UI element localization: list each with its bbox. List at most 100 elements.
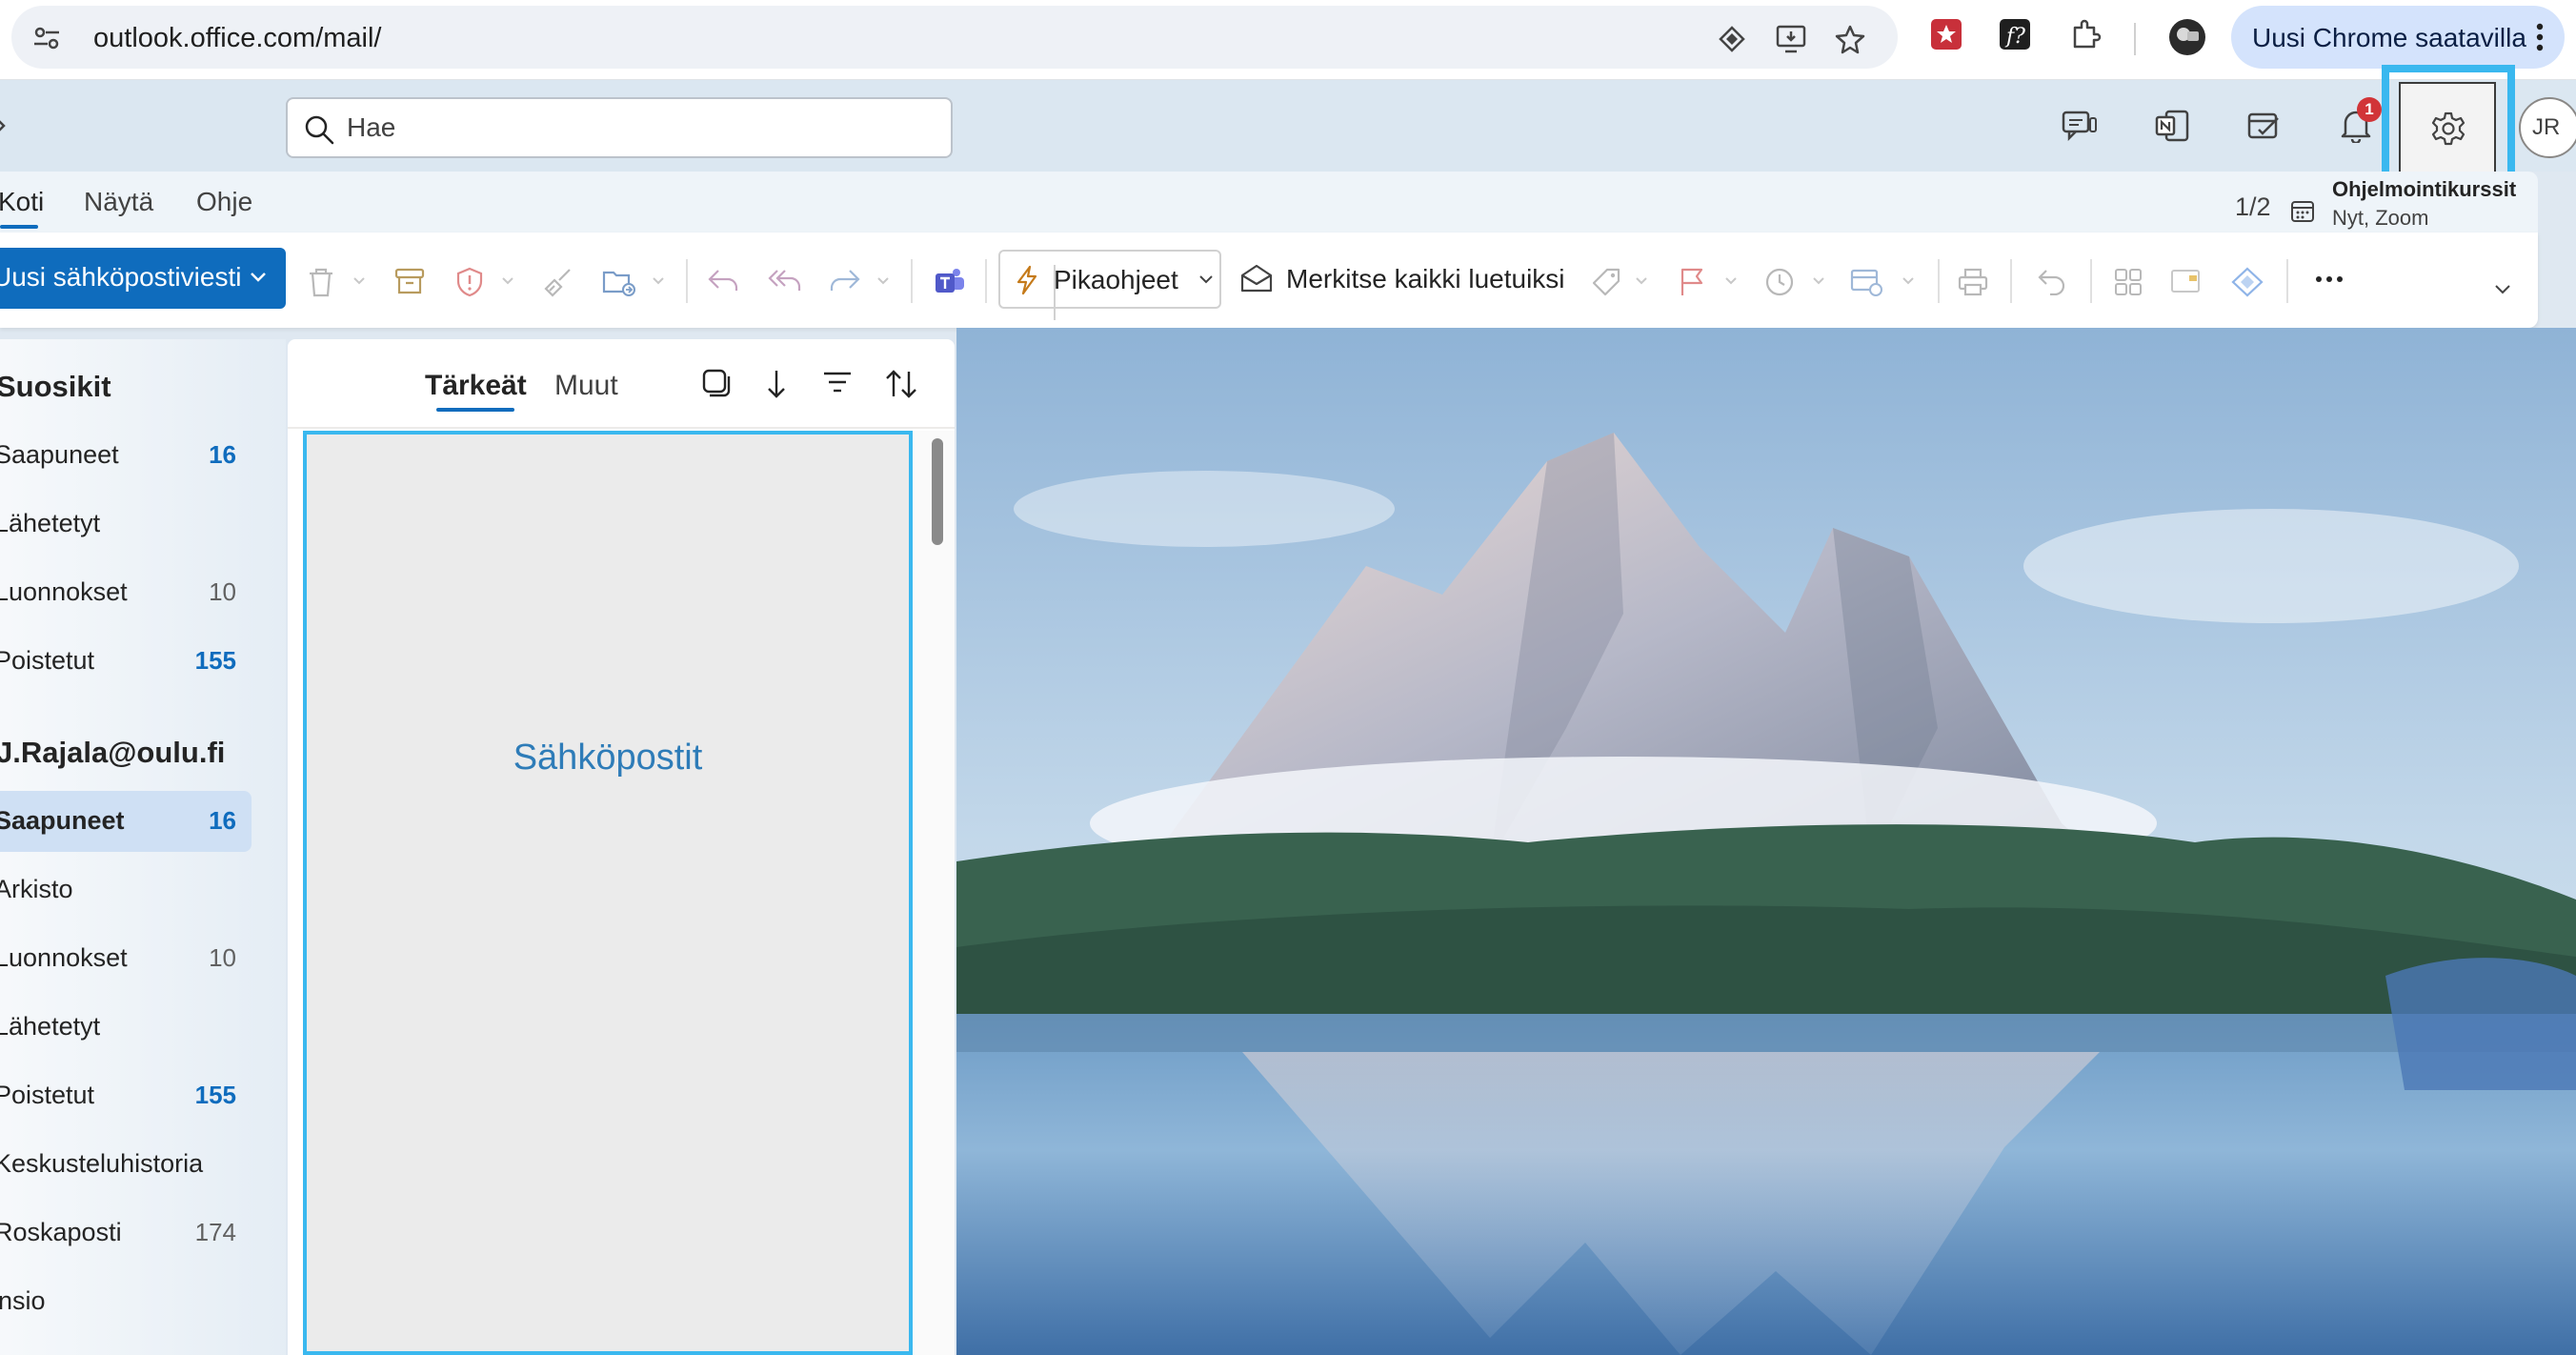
app-launcher-icon[interactable] [0,116,6,135]
onenote-icon[interactable] [2155,109,2189,143]
teams-chat-icon[interactable] [2062,109,2098,141]
folder-deleted[interactable]: Poistetut 155 [0,1065,252,1126]
tab-focused[interactable]: Tärkeät [425,370,527,402]
install-app-icon[interactable] [1776,24,1808,54]
unread-count: 16 [209,806,236,835]
profile-avatar-icon[interactable] [2168,18,2206,56]
my-day-icon[interactable] [2246,109,2281,143]
folder-drafts[interactable]: Luonnokset 10 [0,928,252,989]
report-shield-icon[interactable] [455,267,484,297]
chevron-down-icon[interactable] [501,276,514,286]
toolbar-separator [2286,259,2288,303]
chevron-down-icon[interactable] [1902,276,1915,286]
rules-icon[interactable] [1850,267,1884,297]
bookmark-star-icon[interactable] [1835,24,1865,54]
outlook-header [0,80,2576,172]
immersive-reader-icon[interactable] [2170,267,2203,295]
quick-steps-button[interactable]: Pikaohjeet [998,250,1221,320]
chrome-update-button[interactable]: Uusi Chrome saatavilla [2231,6,2565,69]
reply-all-icon[interactable] [768,267,802,293]
tab-help[interactable]: Ohje [196,187,252,217]
folder-sent[interactable]: Lähetetyt [0,997,252,1058]
folder-favorite-inbox[interactable]: Saapuneet 16 [0,425,252,486]
tab-home[interactable]: Koti [0,187,44,217]
extension-bookmark-icon[interactable] [1930,18,1962,51]
chevron-down-icon[interactable] [1724,276,1738,286]
delete-icon[interactable] [307,267,335,297]
extension-formula-icon[interactable]: f? [1999,18,2031,51]
chevron-down-icon[interactable] [1812,276,1825,286]
folder-junk[interactable]: Roskaposti 174 [0,1203,252,1264]
toolbar-separator [911,259,913,303]
folder-label: Luonnokset [0,577,128,606]
snooze-clock-icon[interactable] [1764,267,1795,297]
teams-share-icon[interactable] [934,267,966,295]
reminder-subtitle: Nyt, Zoom [2332,206,2429,230]
folder-label: Luonnokset [0,943,128,972]
apps-grid-icon[interactable] [2113,267,2143,297]
folder-conversation-history[interactable]: Keskusteluhistoria [0,1134,252,1195]
search-input[interactable] [347,111,918,145]
chevron-down-icon[interactable] [1635,276,1648,286]
url-text[interactable]: outlook.office.com/mail/ [93,23,382,54]
jump-to-icon[interactable] [762,368,787,400]
chevron-down-icon[interactable] [1198,274,1214,286]
lens-icon[interactable] [1717,24,1747,54]
favorites-header[interactable]: Suosikit [0,370,111,404]
search-box[interactable] [286,97,953,158]
chevron-down-icon[interactable] [352,276,366,286]
mark-all-read-label[interactable]: Merkitse kaikki luetuiksi [1286,264,1565,294]
chevron-down-icon[interactable] [250,271,267,284]
tag-icon[interactable] [1591,267,1621,297]
sweep-broom-icon[interactable] [543,267,574,297]
loop-component-icon[interactable] [2231,267,2264,297]
folder-new-folder[interactable]: Uusi kansio [0,1271,252,1332]
reading-pane-background [956,328,2576,1355]
item-count: 174 [194,1218,236,1246]
undo-icon[interactable] [2037,267,2067,295]
folder-archive[interactable]: Arkisto [0,860,252,920]
reply-icon[interactable] [707,267,739,293]
folder-favorite-sent[interactable]: Lähetetyt [0,494,252,555]
tab-view[interactable]: Näytä [84,187,153,217]
filter-icon[interactable] [821,368,854,396]
folder-inbox[interactable]: Saapuneet 16 [0,791,252,852]
kebab-menu-icon[interactable] [2534,21,2546,53]
folder-pane: Suosikit Saapuneet 16 Lähetetyt Luonnoks… [0,339,286,1355]
select-mode-icon[interactable] [701,368,732,398]
more-options-icon[interactable] [2315,274,2344,284]
reminder-title[interactable]: Ohjelmointikurssit [2332,177,2516,202]
quick-steps-label: Pikaohjeet [1054,265,1178,294]
notification-badge: 1 [2357,97,2382,122]
settings-button[interactable] [2399,82,2496,173]
account-avatar[interactable]: JR [2519,97,2576,158]
archive-icon[interactable] [394,267,425,295]
chevron-down-icon[interactable] [652,276,665,286]
item-count: 10 [209,943,236,972]
address-bar[interactable]: outlook.office.com/mail/ [11,6,1898,69]
tab-other[interactable]: Muut [554,370,618,402]
mark-read-envelope-icon[interactable] [1240,263,1273,293]
account-header[interactable]: J.Rajala@oulu.fi [0,736,225,770]
folder-label: Poistetut [0,646,95,675]
ribbon-tab-bar: Koti Näytä Ohje 1/2 Ohjelmointikurssit N… [0,172,2538,233]
scroll-gutter [913,431,955,1355]
new-mail-label: Uusi sähköpostiviesti [0,262,242,292]
message-list-scrollbar[interactable] [932,438,943,545]
chevron-down-icon[interactable] [876,276,890,286]
folder-favorite-drafts[interactable]: Luonnokset 10 [0,562,252,623]
expand-ribbon-chevron-icon[interactable] [2494,284,2511,295]
site-settings-icon[interactable] [32,24,61,52]
new-mail-button[interactable]: Uusi sähköpostiviesti [0,248,286,309]
sort-icon[interactable] [884,368,918,400]
list-header-divider [288,427,955,429]
move-to-folder-icon[interactable] [602,267,636,297]
extensions-puzzle-icon[interactable] [2069,18,2102,51]
print-icon[interactable] [1957,267,1989,297]
forward-icon[interactable] [829,267,861,293]
reminder-page-counter: 1/2 [2235,192,2271,221]
folder-favorite-deleted[interactable]: Poistetut 155 [0,631,252,692]
folder-label: Saapuneet [0,806,125,835]
gear-icon [2431,111,2465,146]
flag-icon[interactable] [1679,267,1705,297]
